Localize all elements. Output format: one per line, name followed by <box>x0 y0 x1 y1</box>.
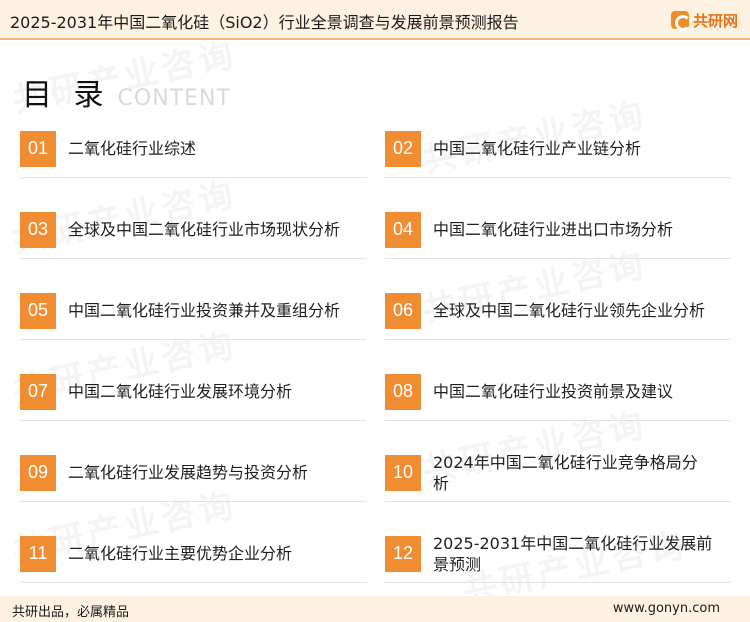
toc-item-number: 06 <box>385 292 421 329</box>
toc-item-04[interactable]: 04 中国二氧化硅行业进出口市场分析 <box>385 201 731 259</box>
toc-heading: 目 录 CONTENT <box>22 70 231 114</box>
toc-item-label: 中国二氧化硅行业投资兼并及重组分析 <box>68 301 341 320</box>
brand-logo: 共研网 <box>670 9 738 31</box>
brand-logo-icon <box>670 11 691 31</box>
toc-item-03[interactable]: 03 全球及中国二氧化硅行业市场现状分析 <box>20 201 366 259</box>
toc-item-08[interactable]: 08 中国二氧化硅行业投资前景及建议 <box>385 363 731 421</box>
toc-item-label: 二氧化硅行业综述 <box>68 139 197 158</box>
toc-item-label: 全球及中国二氧化硅行业领先企业分析 <box>433 301 706 320</box>
brand-name: 共研网 <box>692 11 738 30</box>
toc-item-number: 11 <box>20 535 56 572</box>
toc-item-number: 10 <box>385 454 421 491</box>
toc-item-label: 2024年中国二氧化硅行业竞争格局分析 <box>433 452 698 493</box>
toc-item-number: 03 <box>20 211 56 248</box>
toc-title: 目 录 <box>22 78 110 113</box>
toc-item-number: 01 <box>20 130 56 167</box>
toc-item-07[interactable]: 07 中国二氧化硅行业发展环境分析 <box>20 363 366 421</box>
toc-item-05[interactable]: 05 中国二氧化硅行业投资兼并及重组分析 <box>20 282 366 340</box>
footer-slogan: 共研出品，必属精品 <box>12 605 130 620</box>
toc-item-number: 09 <box>20 454 56 491</box>
toc-item-number: 05 <box>20 292 56 329</box>
toc-item-label: 二氧化硅行业主要优势企业分析 <box>68 544 293 563</box>
toc-item-label: 中国二氧化硅行业产业链分析 <box>433 139 642 158</box>
toc-item-label: 中国二氧化硅行业发展环境分析 <box>68 382 293 401</box>
toc-item-11[interactable]: 11 二氧化硅行业主要优势企业分析 <box>20 525 366 583</box>
toc-item-06[interactable]: 06 全球及中国二氧化硅行业领先企业分析 <box>385 282 731 340</box>
toc-item-02[interactable]: 02 中国二氧化硅行业产业链分析 <box>385 120 731 178</box>
toc-item-number: 02 <box>385 130 421 167</box>
toc-item-label: 全球及中国二氧化硅行业市场现状分析 <box>68 220 341 239</box>
toc-item-10[interactable]: 10 2024年中国二氧化硅行业竞争格局分析 <box>385 444 731 502</box>
toc-item-label: 中国二氧化硅行业进出口市场分析 <box>433 220 674 239</box>
toc-item-number: 04 <box>385 211 421 248</box>
toc-item-label: 中国二氧化硅行业投资前景及建议 <box>433 382 674 401</box>
toc-item-09[interactable]: 09 二氧化硅行业发展趋势与投资分析 <box>20 444 366 502</box>
toc-item-number: 07 <box>20 373 56 410</box>
toc-item-12[interactable]: 12 2025-2031年中国二氧化硅行业发展前景预测 <box>385 525 731 583</box>
footer-bar: 共研出品，必属精品 www.gonyn.com <box>0 596 750 622</box>
header-bar: 2025-2031年中国二氧化硅（SiO2）行业全景调查与发展前景预测报告 共研… <box>0 0 750 40</box>
report-title: 2025-2031年中国二氧化硅（SiO2）行业全景调查与发展前景预测报告 <box>10 13 519 32</box>
toc-item-number: 12 <box>385 535 421 572</box>
toc-item-01[interactable]: 01 二氧化硅行业综述 <box>20 120 366 178</box>
toc-item-label: 二氧化硅行业发展趋势与投资分析 <box>68 463 309 482</box>
toc-item-number: 08 <box>385 373 421 410</box>
toc-subtitle: CONTENT <box>117 86 231 111</box>
toc-item-label: 2025-2031年中国二氧化硅行业发展前景预测 <box>433 533 713 574</box>
footer-url[interactable]: www.gonyn.com <box>613 601 720 616</box>
